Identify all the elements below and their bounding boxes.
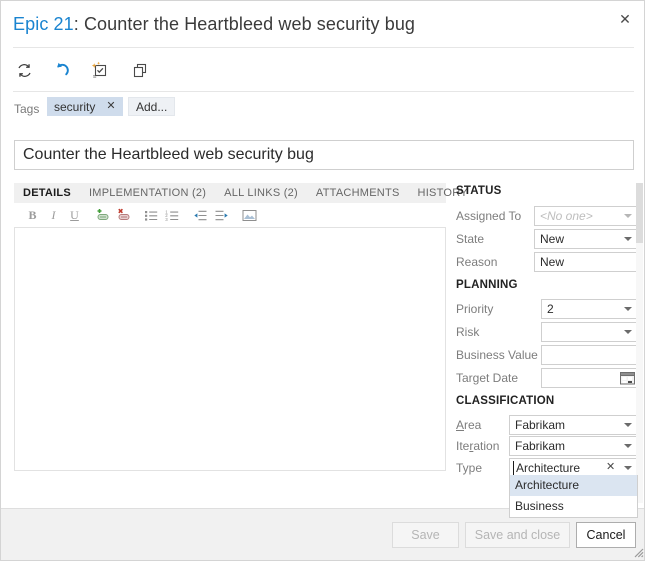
tab-attachments[interactable]: ATTACHMENTS — [307, 183, 409, 203]
business-value-input[interactable] — [541, 345, 638, 365]
resize-grip-icon[interactable] — [631, 545, 644, 558]
dialog-toolbar — [1, 48, 644, 92]
cancel-button[interactable]: Cancel — [576, 522, 636, 548]
underline-icon[interactable]: U — [65, 206, 84, 225]
numbered-list-icon[interactable]: 1 2 3 — [163, 206, 182, 225]
reason-input[interactable]: New — [534, 252, 638, 272]
type-label: Type — [456, 461, 483, 475]
close-icon[interactable]: ✕ — [614, 9, 636, 29]
iteration-label: Iteration — [456, 439, 500, 453]
insert-link-icon[interactable] — [93, 206, 112, 225]
section-heading-status: STATUS — [456, 185, 502, 197]
field-panel: STATUS Assigned To <No one> State New Re… — [456, 183, 638, 503]
priority-label: Priority — [456, 302, 494, 316]
tab-all-links[interactable]: ALL LINKS (2) — [215, 183, 307, 203]
area-select[interactable]: Fabrikam — [509, 415, 638, 435]
rich-text-toolbar: B I U 1 2 3 — [14, 204, 446, 226]
panel-scrollbar-thumb[interactable] — [636, 183, 643, 243]
dialog-titlebar: Epic 21: Counter the Heartbleed web secu… — [1, 1, 644, 48]
tab-details[interactable]: DETAILS — [14, 183, 80, 203]
tab-bar: DETAILS IMPLEMENTATION (2) ALL LINKS (2)… — [14, 183, 468, 203]
tag-chip-security[interactable]: security ✕ — [47, 97, 123, 116]
text-cursor — [513, 461, 514, 475]
iteration-select[interactable]: Fabrikam — [509, 436, 638, 456]
assigned-to-label: Assigned To — [456, 209, 522, 223]
target-date-label: Target Date — [456, 371, 519, 385]
area-chevron-down-icon[interactable] — [624, 423, 632, 427]
remove-link-icon[interactable] — [114, 206, 133, 225]
risk-label: Risk — [456, 325, 480, 339]
priority-chevron-down-icon[interactable] — [624, 307, 632, 311]
svg-text:3: 3 — [165, 216, 168, 221]
save-button[interactable]: Save — [392, 522, 459, 548]
save-and-close-button[interactable]: Save and close — [465, 522, 570, 548]
assigned-to-chevron-down-icon[interactable] — [624, 214, 632, 218]
risk-chevron-down-icon[interactable] — [624, 330, 632, 334]
reason-label: Reason — [456, 255, 498, 269]
italic-icon[interactable]: I — [44, 206, 63, 225]
iteration-chevron-down-icon[interactable] — [624, 444, 632, 448]
work-item-dialog: Epic 21: Counter the Heartbleed web secu… — [0, 0, 645, 561]
undo-icon[interactable] — [47, 56, 77, 84]
tag-chip-label: security — [54, 99, 96, 114]
refresh-icon[interactable] — [9, 56, 39, 84]
type-chevron-down-icon[interactable] — [624, 466, 632, 470]
new-linked-item-icon[interactable] — [85, 56, 115, 84]
section-heading-classification: CLASSIFICATION — [456, 395, 555, 407]
work-item-title-input[interactable]: Counter the Heartbleed web security bug — [14, 140, 634, 170]
insert-image-icon[interactable] — [240, 206, 259, 225]
tab-implementation[interactable]: IMPLEMENTATION (2) — [80, 183, 215, 203]
state-label: State — [456, 232, 485, 246]
tags-row: Tags security ✕ Add... — [1, 93, 644, 131]
bold-icon[interactable]: B — [23, 206, 42, 225]
add-tag-button[interactable]: Add... — [128, 97, 176, 116]
type-option-architecture[interactable]: Architecture — [510, 475, 637, 496]
tags-label: Tags — [14, 102, 40, 116]
business-value-label: Business Value — [456, 348, 538, 362]
type-clear-icon[interactable]: ✕ — [606, 460, 618, 474]
indent-icon[interactable] — [212, 206, 231, 225]
copy-icon[interactable] — [125, 56, 155, 84]
calendar-icon[interactable] — [620, 371, 635, 385]
work-item-title-text: : Counter the Heartbleed web security bu… — [73, 14, 416, 34]
work-item-id-link[interactable]: Epic 21 — [13, 14, 74, 34]
toolbar-divider — [13, 91, 634, 92]
assigned-to-input[interactable]: <No one> — [534, 206, 638, 226]
section-heading-planning: PLANNING — [456, 279, 518, 291]
type-option-business[interactable]: Business — [510, 496, 637, 517]
state-chevron-down-icon[interactable] — [624, 237, 632, 241]
description-editor[interactable] — [14, 227, 446, 471]
outdent-icon[interactable] — [191, 206, 210, 225]
page-title: Epic 21: Counter the Heartbleed web secu… — [13, 14, 415, 35]
type-dropdown-list: Architecture Business — [509, 475, 638, 518]
tag-remove-icon[interactable]: ✕ — [106, 101, 115, 112]
area-label: Area — [456, 418, 482, 432]
state-select[interactable]: New — [534, 229, 638, 249]
bulleted-list-icon[interactable] — [142, 206, 161, 225]
